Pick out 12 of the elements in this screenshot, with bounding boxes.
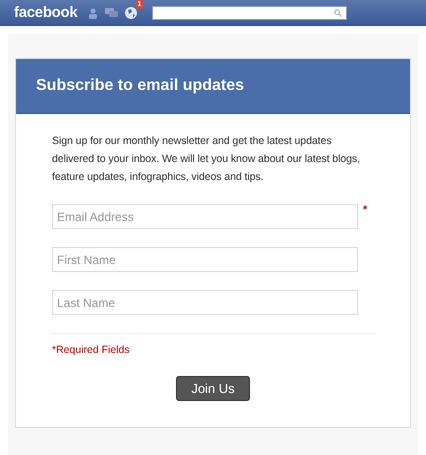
join-button[interactable]: Join Us xyxy=(176,376,250,401)
text-field[interactable]: Last Name xyxy=(52,290,358,315)
required-note: *Required Fields xyxy=(52,344,131,356)
intro-text: Sign up for our monthly newsletter and get the latest updates delivered to your inbox. We will let you know about our latest blogs, feature updates, infographics, videos and tips. xyxy=(52,134,361,185)
text-field[interactable]: Email Address xyxy=(52,204,358,229)
globe-icon[interactable] xyxy=(124,6,138,20)
search-field[interactable] xyxy=(152,6,348,20)
card-title: Subscribe to email updates xyxy=(36,77,246,95)
logo[interactable]: facebook xyxy=(14,4,78,21)
search-icon xyxy=(334,8,342,16)
required-mark: * xyxy=(363,204,368,216)
text-field[interactable]: First Name xyxy=(52,247,358,272)
